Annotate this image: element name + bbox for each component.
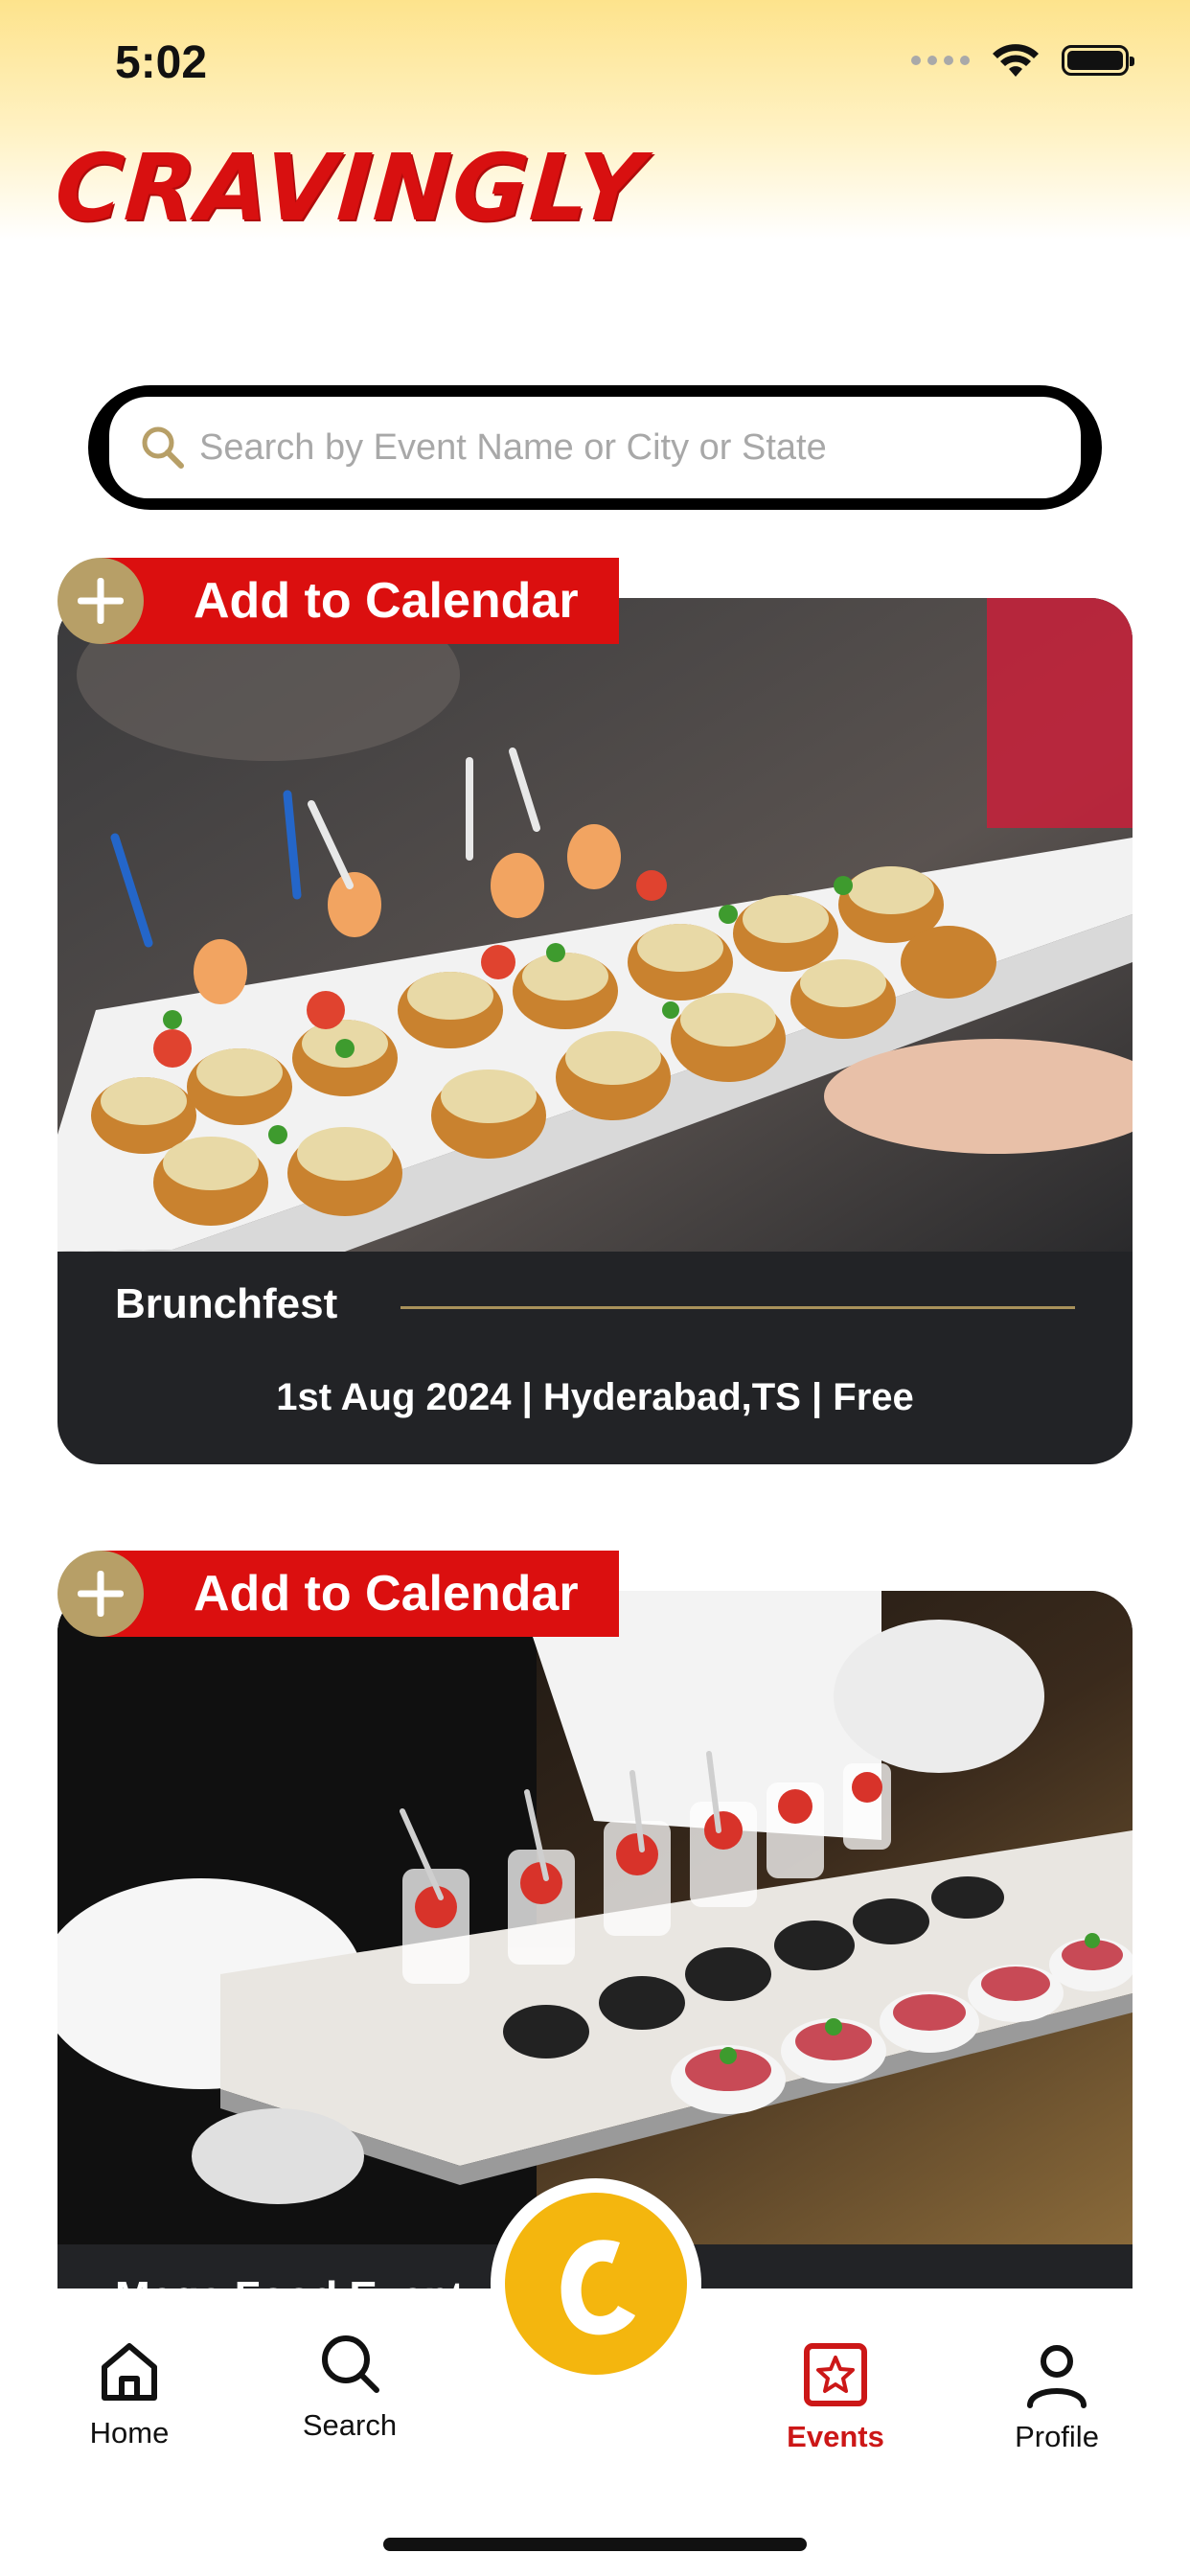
- search-icon: [322, 2335, 379, 2393]
- add-to-calendar-label: Add to Calendar: [194, 1566, 579, 1622]
- event-title: Brunchfest: [115, 1280, 338, 1327]
- plus-icon: [57, 558, 144, 644]
- event-image: [57, 598, 1133, 1252]
- event-meta: 1st Aug 2024 | Hyderabad,TS | Free: [276, 1376, 914, 1418]
- wifi-icon: [993, 44, 1039, 77]
- nav-search[interactable]: Search: [263, 2329, 436, 2443]
- plus-icon: [57, 1551, 144, 1637]
- nav-home-label: Home: [89, 2416, 170, 2450]
- event-image: [57, 1591, 1133, 2244]
- cravingly-c-logo: [561, 2240, 635, 2335]
- events-star-icon: [804, 2343, 867, 2406]
- nav-profile[interactable]: Profile: [971, 2340, 1143, 2454]
- search-icon: [142, 426, 184, 469]
- nav-profile-label: Profile: [1015, 2420, 1099, 2453]
- home-icon: [102, 2343, 157, 2401]
- status-icons: [911, 42, 1134, 79]
- event-card[interactable]: Brunchfest 1st Aug 2024 | Hyderabad,TS |…: [57, 598, 1133, 1464]
- cellular-signal-icon: [911, 56, 970, 65]
- search-bar[interactable]: [88, 385, 1102, 510]
- nav-search-label: Search: [302, 2408, 398, 2442]
- event-info: Brunchfest 1st Aug 2024 | Hyderabad,TS |…: [57, 1252, 1133, 1462]
- status-time: 5:02: [115, 37, 208, 88]
- search-input[interactable]: [197, 426, 1064, 470]
- nav-events[interactable]: Events: [749, 2340, 922, 2454]
- title-divider: [400, 1306, 1075, 1309]
- add-to-calendar-label: Add to Calendar: [194, 573, 579, 629]
- home-indicator[interactable]: [383, 2538, 807, 2551]
- center-logo-button[interactable]: [491, 2178, 701, 2389]
- app-logo: CRAVINGLY: [52, 134, 649, 242]
- nav-home[interactable]: Home: [43, 2336, 216, 2450]
- battery-icon: [1062, 45, 1134, 76]
- nav-events-label: Events: [787, 2420, 884, 2453]
- profile-icon: [1027, 2345, 1087, 2408]
